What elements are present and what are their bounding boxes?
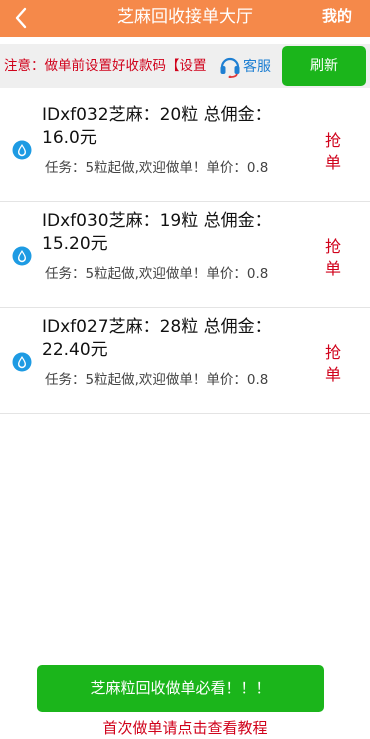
customer-service-button[interactable]: 客服 (219, 52, 271, 80)
order-task-text: 任务：5粒起做,欢迎做单！单价：0.8 (45, 372, 269, 388)
water-drop-icon (12, 352, 32, 372)
water-drop-icon (12, 246, 32, 266)
order-task: 任务：5粒起做,欢迎做单！单价：0.8 (42, 264, 292, 285)
order-title: IDxf027芝麻：28粒 总佣金：22.40元 (42, 317, 272, 360)
order-task: 任务：5粒起做,欢迎做单！单价：0.8 (42, 370, 292, 391)
notice-text: 注意：做单前设置好收款码【设置 (4, 58, 207, 74)
headset-icon (220, 57, 240, 78)
water-drop-icon (12, 140, 32, 160)
page-title: 芝麻回收接单大厅 (117, 7, 253, 27)
must-read-guide-button[interactable]: 芝麻粒回收做单必看！！！ (37, 665, 324, 712)
order-title: IDxf032芝麻：20粒 总佣金：16.0元 (42, 105, 272, 148)
order-item: IDxf032芝麻：20粒 总佣金：16.0元 任务：5粒起做,欢迎做单！单价：… (0, 96, 370, 202)
refresh-button[interactable]: 刷新 (282, 46, 366, 86)
order-list: IDxf032芝麻：20粒 总佣金：16.0元 任务：5粒起做,欢迎做单！单价：… (0, 96, 370, 414)
order-task-text: 任务：5粒起做,欢迎做单！单价：0.8 (45, 266, 269, 282)
app-header: 芝麻回收接单大厅 我的 (0, 0, 370, 37)
order-task: 任务：5粒起做,欢迎做单！单价：0.8 (42, 158, 292, 179)
order-title: IDxf030芝麻：19粒 总佣金：15.20元 (42, 211, 272, 254)
grab-order-button[interactable]: 抢单 (318, 342, 348, 386)
tutorial-link[interactable]: 首次做单请点击查看教程 (0, 718, 370, 738)
customer-service-label: 客服 (243, 59, 271, 75)
grab-order-button[interactable]: 抢单 (318, 236, 348, 280)
mine-link[interactable]: 我的 (322, 0, 352, 37)
order-item: IDxf030芝麻：19粒 总佣金：15.20元 任务：5粒起做,欢迎做单！单价… (0, 202, 370, 308)
grab-order-button[interactable]: 抢单 (318, 130, 348, 174)
order-item: IDxf027芝麻：28粒 总佣金：22.40元 任务：5粒起做,欢迎做单！单价… (0, 308, 370, 414)
order-task-text: 任务：5粒起做,欢迎做单！单价：0.8 (45, 160, 269, 176)
